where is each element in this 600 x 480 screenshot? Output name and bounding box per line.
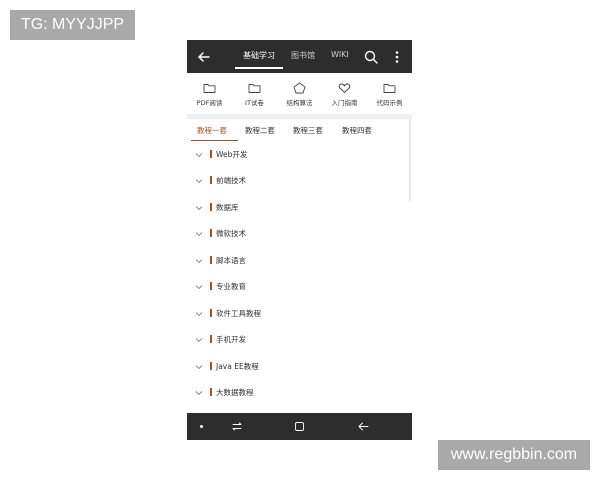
accent-bar [210, 309, 212, 317]
chevron-down-icon [195, 232, 203, 237]
list-item-label: 脚本语言 [216, 256, 246, 265]
recent-apps-icon[interactable] [231, 421, 243, 432]
tool-structure-algorithm[interactable]: 结构算法 [277, 73, 322, 114]
tab-library[interactable]: 图书馆 [291, 50, 315, 61]
phone-screen: 基础学习 图书馆 WIKI PDF阅读 IT试卷 结构算法 入门指南 代码示例 … [187, 40, 412, 440]
tool-getting-started[interactable]: 入门指南 [322, 73, 367, 114]
accent-bar [210, 282, 212, 290]
tool-shortcuts: PDF阅读 IT试卷 结构算法 入门指南 代码示例 [187, 73, 412, 114]
nav-dot-icon [200, 425, 203, 428]
accent-bar [210, 150, 212, 158]
subtab-set-4[interactable]: 教程四套 [342, 125, 372, 136]
accent-bar [210, 362, 212, 370]
subtab-set-1[interactable]: 教程一套 [197, 125, 227, 136]
watermark-bottom-right: www.regbbin.com [438, 440, 590, 470]
list-item-label: 数据库 [216, 203, 239, 212]
search-icon[interactable] [364, 50, 378, 64]
list-item-label: 大数据教程 [216, 388, 254, 397]
system-nav-bar [187, 413, 412, 440]
home-icon[interactable] [294, 421, 305, 432]
list-item-label: Java EE教程 [216, 362, 259, 371]
list-item-label: 软件工具教程 [216, 309, 261, 318]
list-item-label: Web开发 [216, 150, 248, 159]
folder-icon [383, 84, 396, 93]
list-item-frontend[interactable]: 前端技术 [187, 169, 412, 195]
list-item-label: 手机开发 [216, 335, 246, 344]
folder-icon [248, 84, 261, 93]
subtab-set-3[interactable]: 教程三套 [293, 125, 323, 136]
list-item-mobile-dev[interactable]: 手机开发 [187, 328, 412, 354]
chevron-down-icon [195, 391, 203, 396]
chevron-down-icon [195, 259, 203, 264]
chevron-down-icon [195, 365, 203, 370]
tab-basic-learning[interactable]: 基础学习 [243, 50, 275, 61]
chevron-down-icon [195, 179, 203, 184]
accent-bar [210, 256, 212, 264]
accent-bar [210, 388, 212, 396]
tool-label: 结构算法 [286, 99, 313, 107]
accent-bar [210, 335, 212, 343]
list-item-web-dev[interactable]: Web开发 [187, 143, 412, 169]
list-item-microsoft[interactable]: 微软技术 [187, 222, 412, 248]
list-item-software-tools[interactable]: 软件工具教程 [187, 302, 412, 328]
active-subtab-indicator [191, 140, 238, 141]
folder-icon [203, 84, 216, 93]
chevron-down-icon [195, 153, 203, 158]
tool-label: 入门指南 [331, 99, 358, 107]
subtab-set-2[interactable]: 教程二套 [245, 125, 275, 136]
chevron-down-icon [195, 206, 203, 211]
accent-bar [210, 229, 212, 237]
list-item-label: 前端技术 [216, 176, 246, 185]
pentagon-icon [293, 82, 306, 94]
accent-bar [210, 203, 212, 211]
list-item-big-data[interactable]: 大数据教程 [187, 381, 412, 407]
tool-label: 代码示例 [376, 99, 403, 107]
tab-wiki[interactable]: WIKI [331, 50, 349, 59]
chevron-down-icon [195, 285, 203, 290]
list-item-java-ee[interactable]: Java EE教程 [187, 355, 412, 381]
chevron-down-icon [195, 338, 203, 343]
chevron-down-icon [195, 312, 203, 317]
accent-bar [210, 176, 212, 184]
nav-back-icon[interactable] [357, 421, 369, 432]
list-item-script-lang[interactable]: 脚本语言 [187, 249, 412, 275]
tool-label: PDF阅读 [196, 99, 223, 107]
list-item-label: 微软技术 [216, 229, 246, 238]
tool-pdf-reading[interactable]: PDF阅读 [187, 73, 232, 114]
tool-it-exam[interactable]: IT试卷 [232, 73, 277, 114]
back-arrow-icon[interactable] [196, 49, 212, 65]
watermark-top-left: TG: MYYJJPP [10, 10, 135, 40]
active-tab-indicator [235, 67, 283, 69]
tool-label: IT试卷 [245, 99, 264, 107]
top-app-bar: 基础学习 图书馆 WIKI [187, 40, 412, 73]
tool-code-examples[interactable]: 代码示例 [367, 73, 412, 114]
tutorial-set-tabs: 教程一套 教程二套 教程三套 教程四套 [187, 119, 412, 141]
more-vertical-icon[interactable] [392, 49, 402, 65]
heart-icon [338, 83, 351, 93]
list-item-label: 专业教育 [216, 282, 246, 291]
list-item-database[interactable]: 数据库 [187, 196, 412, 222]
list-item-education[interactable]: 专业教育 [187, 275, 412, 301]
